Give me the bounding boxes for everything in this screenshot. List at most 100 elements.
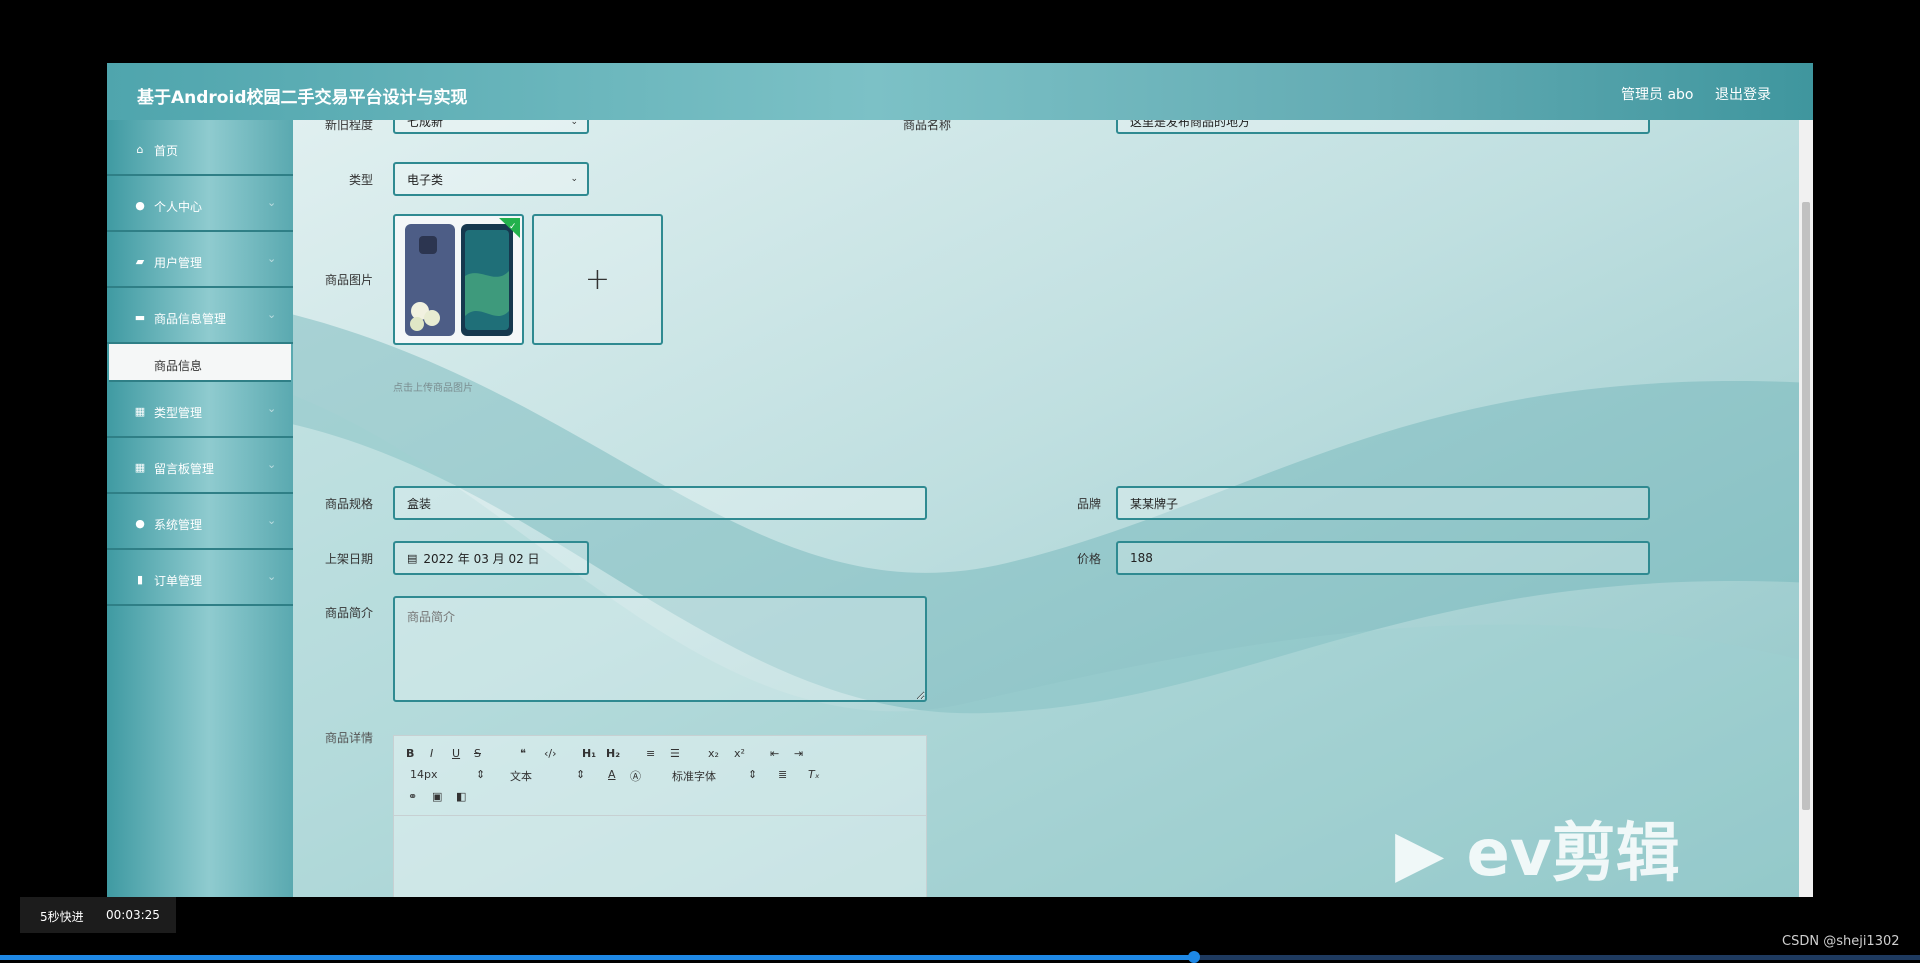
sidebar-item-messages[interactable]: ▦ 留言板管理 ⌄ — [107, 438, 293, 494]
type-value: 电子类 — [407, 172, 444, 187]
sidebar-subitem-goods-info[interactable]: 商品信息 — [109, 344, 291, 382]
chevron-updown-icon: ⇕ — [748, 768, 758, 781]
grid-icon: ▦ — [134, 461, 146, 474]
progress-fill — [0, 955, 1195, 960]
date-picker[interactable]: ▤ 2022 年 03 月 02 日 — [393, 541, 589, 575]
quote-icon[interactable]: ❝ — [520, 747, 526, 760]
sidebar-item-orders[interactable]: ▮ 订单管理 ⌄ — [107, 550, 293, 606]
calendar-icon: ▤ — [407, 551, 418, 565]
home-icon: ⌂ — [136, 143, 144, 156]
name-input[interactable]: 这里是发布商品的地方 — [1116, 120, 1650, 134]
spec-value: 盒装 — [407, 496, 432, 511]
app-window: 基于Android校园二手交易平台设计与实现 管理员 abo 退出登录 ⌂ 首页 … — [107, 63, 1813, 897]
chevron-updown-icon: ⇕ — [476, 768, 486, 781]
svg-text:✓: ✓ — [509, 222, 517, 232]
price-label: 价格 — [1076, 552, 1101, 566]
price-value: 188 — [1130, 551, 1153, 565]
indent-icon[interactable]: ⇥ — [794, 747, 803, 760]
progress-knob[interactable] — [1188, 951, 1201, 963]
type-select[interactable]: 电子类 ⌄ — [393, 162, 589, 196]
video-progress-bar[interactable] — [0, 951, 1920, 963]
phone-photo: ✓ — [405, 218, 520, 336]
user-icon: ● — [135, 517, 145, 530]
chevron-down-icon: ⌄ — [570, 120, 578, 127]
speed-label: 5秒快进 — [40, 910, 84, 924]
chevron-down-icon: ⌄ — [267, 570, 277, 583]
clear-format-icon[interactable]: Tₓ — [808, 768, 820, 781]
price-input[interactable]: 188 — [1116, 541, 1650, 575]
credit-text: CSDN @sheji1302 — [1782, 934, 1900, 949]
chevron-down-icon: ⌄ — [267, 458, 277, 471]
scrollbar-thumb[interactable] — [1802, 202, 1810, 810]
admin-name: 管理员 abo — [1621, 87, 1694, 103]
chevron-down-icon: ⌄ — [267, 402, 277, 415]
top-bar: 基于Android校园二手交易平台设计与实现 管理员 abo 退出登录 — [107, 63, 1813, 120]
watermark-logo: ▶ ev剪辑 — [1395, 817, 1680, 891]
sidebar: ⌂ 首页 ● 个人中心 ⌄ ▰ 用户管理 ⌄ ▬ 商品信息管理 ⌄ 商品信息 ▦ 类型管理 ⌄ ▦… — [107, 120, 293, 897]
brand-label: 品牌 — [1076, 497, 1101, 511]
sidebar-item-system[interactable]: ● 系统管理 ⌄ — [107, 494, 293, 550]
chevron-down-icon: ⌄ — [267, 308, 277, 321]
text-style-select[interactable]: 文本 — [510, 768, 532, 784]
background-color-icon[interactable]: Ⓐ — [630, 768, 641, 784]
video-icon[interactable]: ◧ — [456, 790, 466, 803]
rich-text-editor[interactable]: B I U S ❝ ‹/› H₁ H₂ ≡ ☰ x₂ x² ⇤ ⇥ 14px ⇕… — [393, 735, 927, 897]
intro-textarea[interactable] — [393, 596, 927, 702]
chevron-down-icon: ⌄ — [267, 514, 277, 527]
sidebar-item-label: 首页 — [154, 144, 179, 158]
brand-input[interactable]: 某某牌子 — [1116, 486, 1650, 520]
subscript-icon[interactable]: x₂ — [708, 747, 719, 760]
bold-icon[interactable]: B — [406, 747, 414, 760]
date-value: 2022 年 03 月 02 日 — [423, 551, 540, 566]
sidebar-item-label: 留言板管理 — [154, 462, 215, 476]
plus-icon: + — [584, 262, 611, 297]
condition-value: 七成新 — [407, 120, 444, 129]
h1-icon[interactable]: H₁ — [582, 747, 596, 760]
chevron-down-icon: ⌄ — [267, 252, 277, 265]
sidebar-item-personal[interactable]: ● 个人中心 ⌄ — [107, 176, 293, 232]
grid-icon: ▦ — [134, 405, 146, 418]
underline-icon[interactable]: U — [452, 747, 460, 760]
sidebar-item-label: 个人中心 — [154, 200, 203, 214]
link-icon[interactable]: ⚭ — [408, 790, 417, 803]
font-color-icon[interactable]: A — [608, 768, 616, 781]
uploaded-image[interactable]: ✓ — [393, 214, 524, 345]
main-form: 新旧程度 七成新 ⌄ 商品名称 这里是发布商品的地方 类型 电子类 ⌄ 商品图片 ✓… — [293, 120, 1799, 897]
chevron-down-icon: ⌄ — [570, 174, 578, 184]
name-label: 商品名称 — [902, 120, 951, 132]
font-family-select[interactable]: 标准字体 — [672, 768, 716, 784]
spec-input[interactable]: 盒装 — [393, 486, 927, 520]
sidebar-item-label: 系统管理 — [154, 518, 203, 532]
sidebar-item-users[interactable]: ▰ 用户管理 ⌄ — [107, 232, 293, 288]
scrollbar[interactable] — [1799, 120, 1813, 897]
logout-button[interactable]: 退出登录 — [1715, 84, 1771, 104]
sidebar-item-goods[interactable]: ▬ 商品信息管理 ⌄ — [107, 288, 293, 344]
editor-toolbar: B I U S ❝ ‹/› H₁ H₂ ≡ ☰ x₂ x² ⇤ ⇥ 14px ⇕… — [394, 736, 926, 816]
strike-icon[interactable]: S — [474, 747, 481, 760]
add-image-button[interactable]: + — [532, 214, 663, 345]
sidebar-item-home[interactable]: ⌂ 首页 — [107, 120, 293, 176]
sidebar-item-label: 用户管理 — [154, 256, 203, 270]
ordered-list-icon[interactable]: ≡ — [646, 747, 655, 760]
bullet-list-icon[interactable]: ☰ — [670, 747, 680, 760]
font-size-select[interactable]: 14px — [410, 768, 438, 781]
chevron-updown-icon: ⇕ — [576, 768, 586, 781]
outdent-icon[interactable]: ⇤ — [770, 747, 779, 760]
sidebar-item-label: 订单管理 — [154, 574, 203, 588]
align-icon[interactable]: ≣ — [778, 768, 787, 781]
sidebar-item-label: 类型管理 — [154, 406, 203, 420]
briefcase-icon: ▬ — [134, 311, 146, 324]
superscript-icon[interactable]: x² — [734, 747, 745, 760]
type-label: 类型 — [348, 173, 373, 187]
intro-label: 商品简介 — [324, 606, 373, 620]
h2-icon[interactable]: H₂ — [606, 747, 620, 760]
chevron-down-icon: ⌄ — [267, 196, 277, 209]
condition-select[interactable]: 七成新 ⌄ — [393, 120, 589, 134]
italic-icon[interactable]: I — [430, 747, 433, 760]
condition-label: 新旧程度 — [324, 120, 373, 132]
sidebar-item-types[interactable]: ▦ 类型管理 ⌄ — [107, 382, 293, 438]
date-label: 上架日期 — [324, 552, 373, 566]
detail-label: 商品详情 — [324, 731, 373, 745]
code-icon[interactable]: ‹/› — [544, 747, 557, 760]
image-icon[interactable]: ▣ — [432, 790, 442, 803]
